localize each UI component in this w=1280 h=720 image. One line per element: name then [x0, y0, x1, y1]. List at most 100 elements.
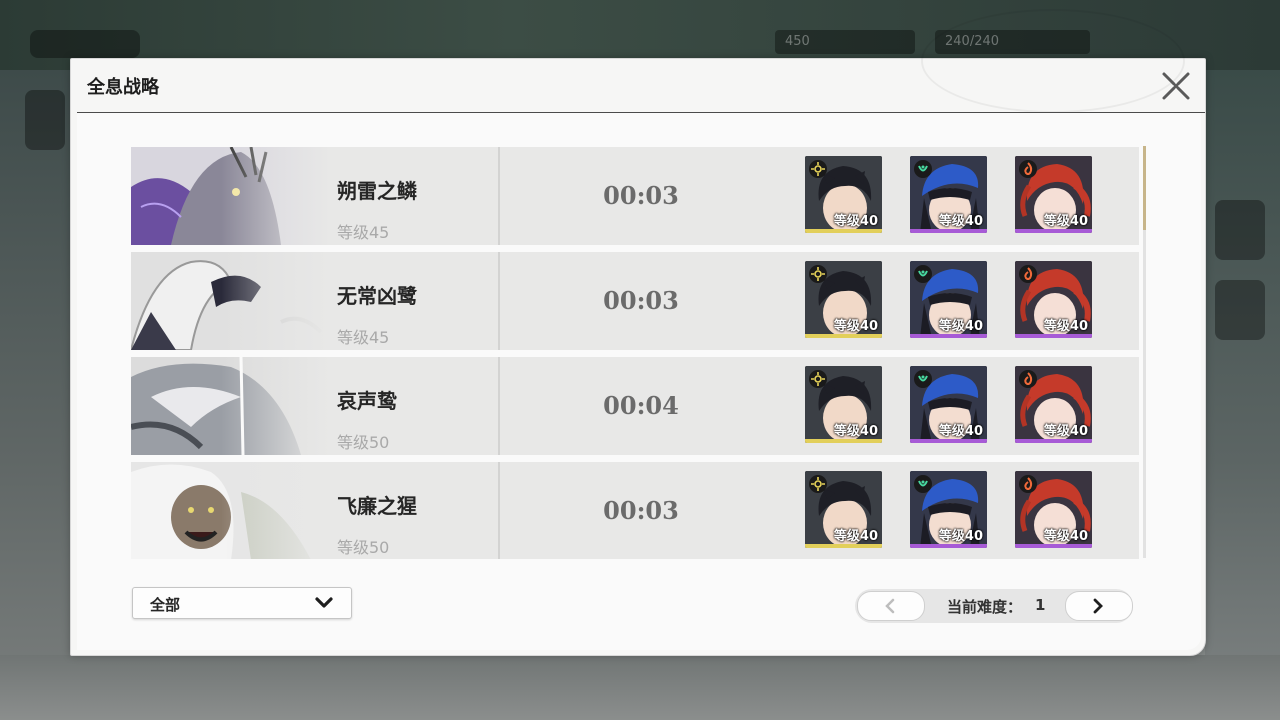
team-member-slot[interactable]: 等级40: [805, 366, 882, 443]
filter-dropdown[interactable]: 全部: [132, 587, 352, 619]
row-divider: [498, 252, 500, 350]
background-icon: [25, 90, 65, 150]
member-level: 等级40: [833, 214, 878, 229]
boss-level: 等级45: [337, 223, 390, 242]
boss-row[interactable]: 哀声鸷等级50 00:04 等级40 等级40 等级40: [131, 357, 1139, 455]
spectro-element-icon: [809, 265, 827, 283]
close-button[interactable]: [1159, 69, 1193, 103]
close-icon: [1162, 72, 1190, 100]
member-level: 等级40: [938, 424, 983, 439]
boss-row[interactable]: 无常凶鹭等级45 00:03 等级40 等级40 等级40: [131, 252, 1139, 350]
difficulty-value: 1: [1035, 596, 1046, 614]
aero-element-icon: [914, 265, 932, 283]
chevron-down-icon: [315, 597, 333, 608]
rarity-bar: [1015, 544, 1092, 548]
background-icon: [1215, 280, 1265, 340]
member-level: 等级40: [1043, 529, 1088, 544]
boss-portrait: [131, 462, 331, 559]
rarity-bar: [1015, 229, 1092, 233]
background-resource-1: 450: [775, 30, 915, 54]
boss-name: 哀声鸷: [337, 389, 397, 413]
clear-time: 00:03: [603, 181, 679, 210]
chevron-right-icon: [1093, 598, 1103, 614]
member-level: 等级40: [1043, 319, 1088, 334]
team-member-slot[interactable]: 等级40: [805, 471, 882, 548]
rarity-bar: [910, 229, 987, 233]
fusion-element-icon: [1019, 475, 1037, 493]
team-member-slot[interactable]: 等级40: [805, 261, 882, 338]
boss-portrait: [131, 252, 331, 350]
team-member-slot[interactable]: 等级40: [910, 156, 987, 233]
boss-name: 无常凶鹭: [337, 284, 417, 308]
background-bottom: [0, 655, 1280, 720]
previous-difficulty-button[interactable]: [857, 591, 925, 621]
member-level: 等级40: [938, 319, 983, 334]
boss-level: 等级45: [337, 328, 390, 347]
boss-level: 等级50: [337, 538, 390, 557]
member-level: 等级40: [1043, 424, 1088, 439]
fusion-element-icon: [1019, 370, 1037, 388]
rarity-bar: [805, 334, 882, 338]
aero-element-icon: [914, 475, 932, 493]
row-divider: [498, 357, 500, 455]
modal-title: 全息战略: [87, 77, 159, 98]
background-resource-1-text: 450: [785, 34, 810, 49]
rarity-bar: [805, 229, 882, 233]
member-level: 等级40: [1043, 214, 1088, 229]
spectro-element-icon: [809, 475, 827, 493]
rarity-bar: [1015, 334, 1092, 338]
background-left: [0, 70, 70, 720]
clear-time: 00:04: [603, 391, 679, 420]
spectro-element-icon: [809, 370, 827, 388]
team-member-slot[interactable]: 等级40: [910, 471, 987, 548]
aero-element-icon: [914, 160, 932, 178]
holographic-strategy-modal: 全息战略 朔雷之鳞 等级45 00:03 等级40 等级40 等级40 无常凶鹭 等级45 00…: [70, 9, 1206, 656]
member-level: 等级40: [938, 214, 983, 229]
boss-level: 等级50: [337, 433, 390, 452]
clear-time: 00:03: [603, 496, 679, 525]
fusion-element-icon: [1019, 160, 1037, 178]
team-member-slot[interactable]: 等级40: [805, 156, 882, 233]
row-divider: [498, 462, 500, 559]
list-scrollbar[interactable]: [1143, 146, 1146, 558]
boss-list[interactable]: 朔雷之鳞 等级45 00:03 等级40 等级40 等级40 无常凶鹭 等级45 00:03 等级…: [131, 147, 1139, 559]
boss-name: 飞廉之猩: [337, 494, 417, 518]
rarity-bar: [805, 439, 882, 443]
filter-selected-value: 全部: [150, 596, 181, 614]
team-member-slot[interactable]: 等级40: [1015, 366, 1092, 443]
team-member-slot[interactable]: 等级40: [1015, 471, 1092, 548]
member-level: 等级40: [833, 529, 878, 544]
header-decoration: [921, 9, 1185, 113]
aero-element-icon: [914, 370, 932, 388]
next-difficulty-button[interactable]: [1065, 591, 1133, 621]
difficulty-pager: 当前难度： 1: [855, 589, 1133, 623]
rarity-bar: [1015, 439, 1092, 443]
clear-time: 00:03: [603, 286, 679, 315]
team-member-slot[interactable]: 等级40: [1015, 261, 1092, 338]
scrollbar-thumb[interactable]: [1143, 146, 1146, 230]
chevron-left-icon: [885, 598, 895, 614]
background-nav-blob: [30, 30, 140, 58]
boss-portrait: [131, 357, 331, 455]
boss-portrait: [131, 147, 331, 245]
member-level: 等级40: [938, 529, 983, 544]
boss-row[interactable]: 飞廉之猩等级50 00:03 等级40 等级40 等级40: [131, 462, 1139, 559]
team-member-slot[interactable]: 等级40: [910, 366, 987, 443]
rarity-bar: [910, 334, 987, 338]
modal-header: 全息战略: [71, 9, 1205, 113]
rarity-bar: [910, 439, 987, 443]
rarity-bar: [910, 544, 987, 548]
fusion-element-icon: [1019, 265, 1037, 283]
difficulty-label: 当前难度：: [947, 598, 1023, 616]
spectro-element-icon: [809, 160, 827, 178]
team-member-slot[interactable]: 等级40: [1015, 156, 1092, 233]
team-member-slot[interactable]: 等级40: [910, 261, 987, 338]
background-right: [1205, 70, 1280, 720]
background-icon: [1215, 200, 1265, 260]
row-divider: [498, 147, 500, 245]
member-level: 等级40: [833, 319, 878, 334]
boss-name: 朔雷之鳞: [337, 179, 417, 203]
member-level: 等级40: [833, 424, 878, 439]
rarity-bar: [805, 544, 882, 548]
boss-row[interactable]: 朔雷之鳞等级45 00:03 等级40 等级40 等级40: [131, 147, 1139, 245]
